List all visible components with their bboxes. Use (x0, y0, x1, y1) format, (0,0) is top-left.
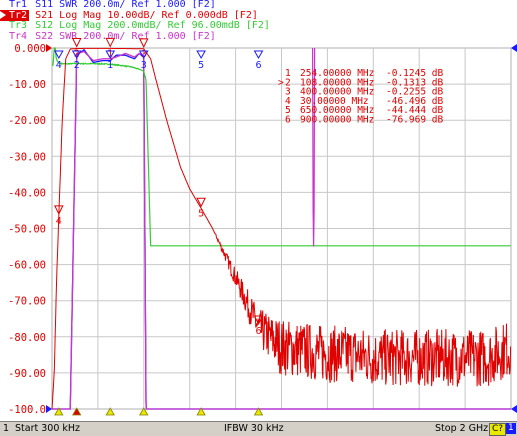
marker-3-top-label: 3 (141, 60, 147, 71)
marker-frequency: 900.00000 MHz (300, 115, 374, 126)
ifbw-setting[interactable]: IFBW 30 kHz (224, 423, 284, 434)
y-tick-label: -60.00 (8, 260, 46, 272)
marker-2-triangle[interactable] (71, 37, 82, 48)
y-tick-label: -40.00 (8, 187, 46, 199)
marker-3-triangle[interactable] (138, 38, 149, 48)
active-marker-indicator: > (278, 77, 284, 88)
y-tick-label: -30.00 (8, 151, 46, 163)
channel-badge[interactable]: 1 (506, 423, 516, 434)
marker-1-top-label: 1 (107, 60, 113, 71)
marker-4-top-label: 4 (56, 60, 62, 71)
marker-5-top-label: 5 (198, 60, 204, 71)
reference-level-arrow[interactable] (46, 44, 52, 52)
y-tick-label: -70.00 (8, 296, 46, 308)
y-tick-label: -90.00 (8, 368, 46, 380)
reference-level-arrow[interactable] (46, 405, 52, 413)
start-frequency[interactable]: Start 300 kHz (15, 423, 80, 434)
channel-number: 1 (3, 423, 10, 434)
marker-6-label: 6 (255, 326, 261, 337)
status-bar: 1 Start 300 kHz IFBW 30 kHz Stop 2 GHz C… (0, 421, 517, 436)
stop-frequency[interactable]: Stop 2 GHz (435, 423, 488, 434)
marker-1-triangle[interactable] (105, 37, 116, 48)
marker-6-top-label: 6 (255, 60, 261, 71)
marker-table-row[interactable]: 6 900.00000 MHz -76.969 dB (285, 115, 443, 126)
reference-level-arrow[interactable] (511, 405, 517, 413)
calibration-badge[interactable]: C? (489, 423, 507, 436)
y-tick-label: -50.00 (8, 224, 46, 236)
y-tick-label: -100.0 (8, 404, 46, 416)
marker-number: 6 (285, 115, 291, 126)
reference-level-arrow[interactable] (511, 44, 517, 52)
y-tick-label: -20.00 (8, 115, 46, 127)
marker-value: -76.969 dB (386, 115, 443, 126)
marker-4-label: 4 (56, 216, 62, 227)
measurement-plot[interactable]: 0.000 -10.00 -20.00 -30.00 -40.00 -50.00 -60.0… (0, 0, 517, 421)
y-tick-label: -10.00 (8, 79, 46, 91)
y-tick-label: 0.000 (14, 43, 46, 55)
y-tick-label: -80.00 (8, 332, 46, 344)
marker-2-top-label: 2 (74, 60, 80, 71)
marker-5-label: 5 (198, 208, 204, 219)
